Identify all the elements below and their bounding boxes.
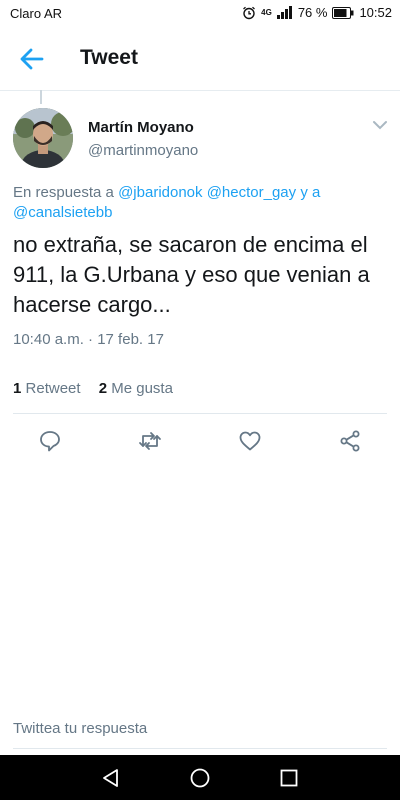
tweet-text: no extraña, se sacaron de encima el 911,…: [13, 232, 370, 317]
like-button[interactable]: [238, 429, 262, 453]
network-label: 4G: [261, 8, 272, 17]
battery-percent: 76 %: [297, 5, 328, 20]
tweet-timestamp: 10:40 a.m. · 17 feb. 17: [13, 331, 164, 348]
retweets-stat[interactable]: 1 Retweet: [13, 380, 81, 397]
tweet-actions: [0, 425, 400, 457]
chevron-down-icon: [373, 121, 387, 130]
retweets-count: 1: [13, 380, 22, 397]
carrier-label: Claro AR: [10, 6, 63, 21]
status-icons: 4G 76 % 10:52: [242, 5, 392, 20]
likes-stat[interactable]: 2 Me gusta: [99, 380, 173, 397]
thread-connector: [40, 90, 42, 104]
reply-prefix: En respuesta a: [13, 184, 114, 201]
reply-icon: [40, 431, 60, 452]
system-nav-bar: [0, 755, 400, 800]
status-bar: Claro AR 4G 76 % 10:52: [0, 0, 400, 28]
likes-label: Me gusta: [111, 380, 173, 397]
retweets-label: Retweet: [25, 380, 81, 397]
reply-button[interactable]: [38, 429, 62, 453]
circle-home-icon: [190, 768, 210, 788]
back-button[interactable]: [18, 46, 46, 72]
signal-icon: [276, 6, 292, 19]
divider: [13, 413, 387, 414]
nav-back-button[interactable]: [100, 767, 122, 789]
reply-joiner: y a: [300, 184, 321, 201]
nav-home-button[interactable]: [189, 767, 211, 789]
square-recents-icon: [280, 769, 298, 787]
reply-input[interactable]: Twittea tu respuesta: [13, 720, 387, 749]
likes-count: 2: [98, 380, 108, 397]
share-icon: [340, 430, 360, 452]
more-options-button[interactable]: [372, 118, 388, 130]
page-title: Tweet: [80, 46, 138, 69]
arrow-left-icon: [20, 48, 44, 70]
heart-icon: [239, 431, 261, 451]
author-name[interactable]: Martín Moyano: [88, 119, 194, 136]
clock: 10:52: [359, 5, 392, 20]
mention-link[interactable]: @hector_gay: [207, 184, 296, 201]
triangle-back-icon: [103, 769, 118, 787]
mention-link[interactable]: @canalsietebb: [13, 204, 112, 221]
alarm-icon: [243, 6, 256, 19]
retweet-button[interactable]: [138, 429, 162, 453]
reply-context: En respuesta a @jbaridonok @hector_gay y…: [13, 183, 373, 223]
app-bar: Tweet: [0, 28, 400, 91]
battery-icon: [332, 6, 354, 19]
nav-recents-button[interactable]: [278, 767, 300, 789]
profile-photo-icon: [13, 108, 73, 168]
retweet-icon: [139, 432, 161, 450]
author-handle[interactable]: @martinmoyano: [88, 142, 198, 159]
tweet-stats: 1 Retweet 2 Me gusta: [13, 380, 187, 397]
share-button[interactable]: [338, 429, 362, 453]
mention-link[interactable]: @jbaridonok: [118, 184, 202, 201]
avatar[interactable]: [13, 108, 73, 168]
